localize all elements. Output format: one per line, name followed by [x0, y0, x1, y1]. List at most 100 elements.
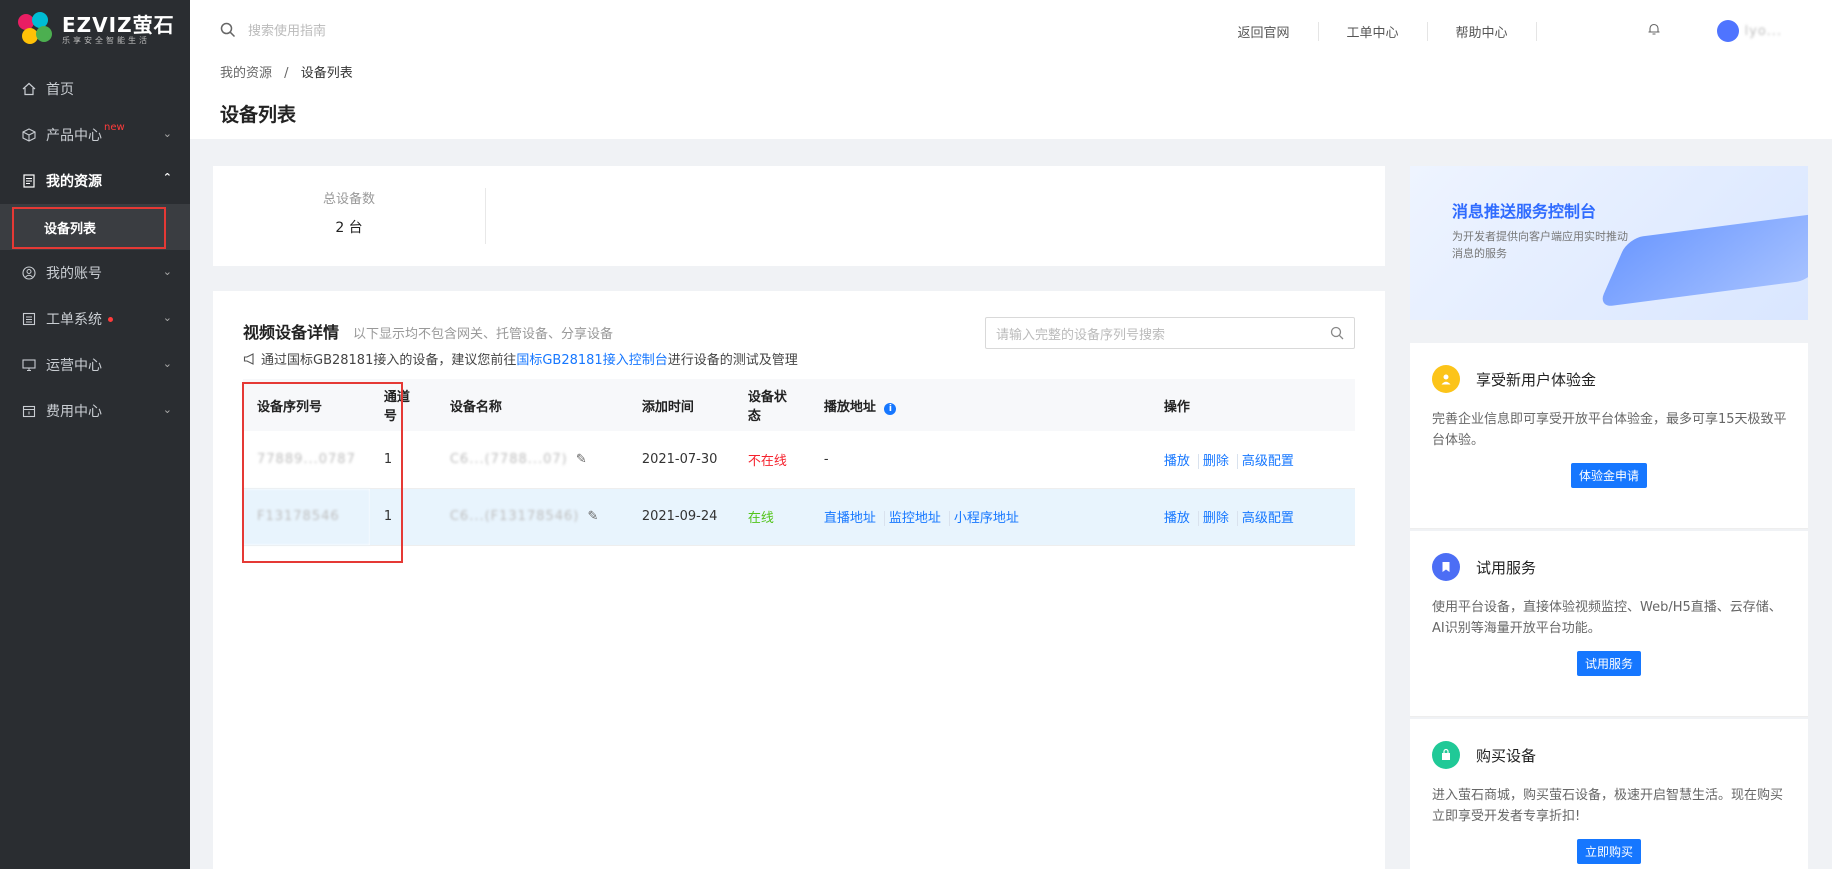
header: 搜索使用指南 返回官网 工单中心 帮助中心 lyo... 我的资源 / 设备列表… [190, 0, 1832, 139]
ezviz-logo-icon [18, 12, 54, 48]
monitor-url-link[interactable]: 监控地址 [888, 511, 950, 526]
nav-link-ticket-center[interactable]: 工单中心 [1319, 21, 1428, 41]
advanced-config-button[interactable]: 高级配置 [1242, 511, 1302, 526]
chevron-down-icon: ⌄ [162, 265, 172, 278]
logo[interactable]: EZVIZ萤石 乐享安全智能生活 [0, 0, 190, 60]
brand-name: EZVIZ萤石 [62, 13, 175, 37]
highlight-box-table [242, 382, 403, 563]
gb28181-console-link[interactable]: 国标GB28181接入控制台 [516, 349, 667, 368]
details-subtitle: 以下显示均不包含网关、托管设备、分享设备 [353, 327, 614, 342]
cell-status: 在线 [733, 488, 810, 546]
device-search-input[interactable]: 请输入完整的设备序列号搜索 [996, 324, 1330, 343]
card-title: 享受新用户体验金 [1476, 370, 1597, 389]
sidebar: EZVIZ萤石 乐享安全智能生活 首页 产品中心 new ⌄ 我的资源 ⌃ 设备… [0, 0, 190, 869]
chevron-up-icon: ⌃ [162, 171, 172, 184]
mini-program-url-link[interactable]: 小程序地址 [954, 511, 1027, 526]
trial-fund-apply-button[interactable]: 体验金申请 [1570, 463, 1647, 488]
search-icon [220, 22, 236, 37]
home-icon [22, 82, 36, 96]
summary-panel: 总设备数 2 台 [213, 166, 1385, 266]
cell-device-name: C6...(7788...07) ✎ [435, 431, 628, 489]
nav-link-help-center[interactable]: 帮助中心 [1428, 21, 1537, 41]
search-icon[interactable] [1330, 326, 1344, 340]
total-devices-value: 2 台 [335, 220, 363, 236]
page-title: 设备列表 [220, 104, 297, 126]
breadcrumb-my-resources[interactable]: 我的资源 [220, 66, 272, 81]
card-title: 购买设备 [1476, 746, 1537, 765]
cell-status: 不在线 [733, 431, 810, 489]
info-icon[interactable]: i [884, 402, 897, 415]
notification-dot [108, 316, 113, 322]
benefit-card-trial-fund: 享受新用户体验金 完善企业信息即可享受开放平台体验金，最多可享15天极致平台体验… [1410, 343, 1808, 529]
device-search-box[interactable]: 请输入完整的设备序列号搜索 [985, 317, 1355, 349]
advanced-config-button[interactable]: 高级配置 [1242, 454, 1302, 469]
new-badge: new [104, 121, 125, 133]
delete-button[interactable]: 删除 [1202, 453, 1238, 469]
banner-title: 消息推送服务控制台 [1452, 202, 1597, 221]
sidebar-item-products[interactable]: 产品中心 new ⌄ [0, 112, 190, 158]
highlight-box-sidebar [12, 207, 166, 249]
benefit-card-buy-device: 购买设备 进入萤石商城，购买萤石设备，极速开启智慧生活。现在购买立即享受开发者专… [1410, 719, 1808, 869]
total-devices-label: 总设备数 [322, 192, 375, 207]
breadcrumb-device-list: 设备列表 [300, 66, 353, 81]
avatar[interactable]: lyo... [1716, 20, 1782, 42]
user-icon [22, 266, 36, 280]
play-button[interactable]: 播放 [1163, 511, 1199, 526]
sidebar-item-my-resources[interactable]: 我的资源 ⌃ [0, 158, 190, 204]
sidebar-item-billing[interactable]: 费用中心 ⌄ [0, 388, 190, 434]
nav-link-official-site[interactable]: 返回官网 [1210, 21, 1319, 41]
top-nav: 返回官网 工单中心 帮助中心 lyo... [1210, 20, 1782, 42]
chevron-down-icon: ⌄ [162, 311, 172, 324]
sidebar-item-my-account[interactable]: 我的账号 ⌄ [0, 250, 190, 296]
sidebar-item-ticket-system[interactable]: 工单系统 ⌄ [0, 296, 190, 342]
col-status: 设备状态 [733, 379, 810, 431]
col-device-name: 设备名称 [435, 379, 628, 431]
col-actions: 操作 [1149, 379, 1355, 431]
card-desc: 完善企业信息即可享受开放平台体验金，最多可享15天极致平台体验。 [1432, 412, 1787, 448]
cell-add-time: 2021-07-30 [627, 431, 734, 489]
list-icon [22, 312, 36, 326]
card-title: 试用服务 [1476, 558, 1537, 577]
cell-add-time: 2021-09-24 [627, 488, 734, 546]
chevron-down-icon: ⌄ [162, 357, 172, 370]
top-search[interactable]: 搜索使用指南 [220, 20, 326, 39]
user-icon [1432, 365, 1460, 393]
breadcrumb-separator: / [284, 66, 289, 81]
device-details-panel: 视频设备详情 以下显示均不包含网关、托管设备、分享设备 通过国标GB28181接… [213, 291, 1385, 869]
sidebar-item-operations[interactable]: 运营中心 ⌄ [0, 342, 190, 388]
buy-now-button[interactable]: 立即购买 [1576, 839, 1641, 864]
details-title: 视频设备详情 [243, 323, 340, 342]
bell-icon[interactable] [1647, 22, 1661, 40]
sidebar-subitem-device-list[interactable]: 设备列表 [0, 204, 190, 250]
trial-service-button[interactable]: 试用服务 [1576, 651, 1641, 676]
top-search-input[interactable]: 搜索使用指南 [248, 20, 326, 39]
brand-tagline: 乐享安全智能生活 [62, 36, 150, 45]
play-button[interactable]: 播放 [1163, 453, 1199, 469]
monitor-icon [22, 358, 36, 372]
edit-icon[interactable]: ✎ [576, 452, 587, 467]
table-row: 77889...0787 1 C6...(7788...07) ✎ 2021-0… [243, 431, 1355, 489]
live-url-link[interactable]: 直播地址 [823, 511, 885, 526]
col-add-time: 添加时间 [627, 379, 734, 431]
notice-text: 通过国标GB28181接入的设备，建议您前往 [261, 353, 517, 368]
col-play-url: 播放地址 i [809, 379, 1150, 431]
push-service-banner[interactable]: 消息推送服务控制台 为开发者提供向客户端应用实时推动消息的服务 [1410, 166, 1808, 320]
phone-illustration-icon [1597, 210, 1808, 308]
bookmark-icon [1432, 553, 1460, 581]
cell-play-url: - [809, 431, 1150, 489]
megaphone-icon [243, 352, 254, 365]
card-desc: 进入萤石商城，购买萤石设备，极速开启智慧生活。现在购买立即享受开发者专享折扣! [1432, 788, 1784, 824]
card-desc: 使用平台设备，直接体验视频监控、Web/H5直播、云存储、AI识别等海量开放平台… [1432, 600, 1782, 636]
delete-button[interactable]: 删除 [1202, 511, 1238, 526]
shopping-bag-icon [1432, 741, 1460, 769]
sidebar-item-home[interactable]: 首页 [0, 66, 190, 112]
cell-actions: 播放 删除 高级配置 [1149, 488, 1355, 546]
notice-suffix: 进行设备的测试及管理 [667, 353, 798, 368]
chevron-down-icon: ⌄ [162, 127, 172, 140]
banner-desc: 为开发者提供向客户端应用实时推动消息的服务 [1452, 230, 1628, 260]
table-row: F13178546 1 C6...(F13178546) ✎ 2021-09-2… [243, 488, 1355, 546]
cell-device-name: C6...(F13178546) ✎ [435, 488, 628, 546]
user-name: lyo... [1744, 23, 1782, 39]
edit-icon[interactable]: ✎ [588, 509, 599, 524]
chevron-down-icon: ⌄ [162, 403, 172, 416]
